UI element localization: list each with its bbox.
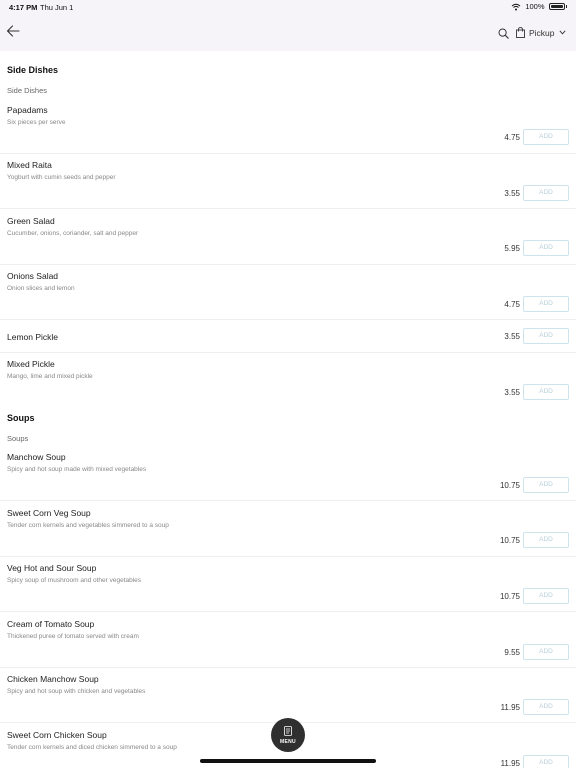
item-name: Mixed Raita <box>7 160 52 170</box>
item-price: 5.95 <box>504 244 520 253</box>
add-button[interactable]: ADD <box>523 296 569 312</box>
divider <box>0 611 576 612</box>
document-icon <box>284 726 292 736</box>
item-description: Yogburt with cumin seeds and pepper <box>7 174 116 181</box>
divider <box>0 319 576 320</box>
item-price: 3.55 <box>504 332 520 341</box>
menu-button[interactable]: MENU <box>271 718 305 752</box>
item-name: Lemon Pickle <box>7 332 59 342</box>
item-description: Spicy and hot soup with chicken and vege… <box>7 688 146 695</box>
divider <box>0 667 576 668</box>
item-price: 4.75 <box>504 300 520 309</box>
status-time: 4:17 PM <box>9 3 38 12</box>
status-bar: 4:17 PM Thu Jun 1 100% <box>0 0 576 14</box>
add-button[interactable]: ADD <box>523 384 569 400</box>
battery-icon <box>548 3 565 10</box>
item-name: Onions Salad <box>7 271 59 281</box>
item-name: Sweet Corn Veg Soup <box>7 508 91 518</box>
item-description: Spicy soup of mushroom and other vegetab… <box>7 577 142 584</box>
item-name: Veg Hot and Sour Soup <box>7 563 97 573</box>
add-button[interactable]: ADD <box>523 185 569 201</box>
item-description: Mango, lime and mixed pickle <box>7 373 93 380</box>
wifi-icon <box>511 3 521 10</box>
item-price: 10.75 <box>499 481 520 490</box>
add-button[interactable]: ADD <box>523 755 569 768</box>
divider <box>0 153 576 154</box>
item-name: Mixed Pickle <box>7 359 55 369</box>
add-button[interactable]: ADD <box>523 532 569 548</box>
item-name: Chicken Manchow Soup <box>7 674 99 684</box>
section-subtitle-side-dishes: Side Dishes <box>7 86 48 95</box>
status-right: 100% <box>511 2 567 11</box>
item-price: 3.55 <box>504 388 520 397</box>
divider <box>0 208 576 209</box>
add-button[interactable]: ADD <box>523 477 569 493</box>
arrow-left-icon <box>6 25 20 37</box>
item-price: 9.55 <box>504 648 520 657</box>
section-subtitle-soups: Soups <box>7 434 29 443</box>
item-description: Thickened puree of tomato served with cr… <box>7 633 139 640</box>
pickup-dropdown[interactable]: Pickup <box>516 24 566 41</box>
item-price: 10.75 <box>499 536 520 545</box>
item-description: Cucumber, onions, coriander, salt and pe… <box>7 230 139 237</box>
add-button[interactable]: ADD <box>523 129 569 145</box>
add-button[interactable]: ADD <box>523 588 569 604</box>
shopping-bag-icon <box>516 27 525 38</box>
item-price: 10.75 <box>499 592 520 601</box>
chevron-down-icon <box>558 30 566 35</box>
item-price: 4.75 <box>504 133 520 142</box>
item-price: 11.95 <box>500 759 520 768</box>
add-button[interactable]: ADD <box>523 644 569 660</box>
divider <box>0 264 576 265</box>
item-description: Spicy and hot soup made with mixed veget… <box>7 466 147 473</box>
item-price: 11.95 <box>500 703 520 712</box>
item-description: Six pieces per serve <box>7 119 66 126</box>
item-name: Sweet Corn Chicken Soup <box>7 730 107 740</box>
divider <box>0 352 576 353</box>
item-price: 3.55 <box>504 189 520 198</box>
item-description: Onion slices and lemon <box>7 285 75 292</box>
item-description: Tender corn kernels and vegetables simme… <box>7 522 169 529</box>
add-button[interactable]: ADD <box>523 240 569 256</box>
divider <box>0 500 576 501</box>
item-name: Manchow Soup <box>7 452 66 462</box>
search-button[interactable] <box>498 26 511 39</box>
add-button[interactable]: ADD <box>523 328 569 344</box>
search-icon <box>498 28 509 39</box>
back-button[interactable] <box>6 24 22 40</box>
battery-tip <box>565 5 567 8</box>
divider <box>0 556 576 557</box>
item-name: Cream of Tomato Soup <box>7 619 95 629</box>
item-name: Green Salad <box>7 216 55 226</box>
item-description: Tender corn kernels and diced chicken si… <box>7 744 177 751</box>
pickup-label: Pickup <box>529 27 555 38</box>
add-button[interactable]: ADD <box>523 699 569 715</box>
battery-percent: 100% <box>525 2 545 11</box>
section-title-soups: Soups <box>7 413 35 423</box>
home-indicator[interactable] <box>200 759 376 763</box>
section-title-side-dishes: Side Dishes <box>7 65 59 75</box>
app-header: Pickup <box>0 14 576 51</box>
status-date: Thu Jun 1 <box>40 3 74 12</box>
menu-button-label: MENU <box>280 739 296 745</box>
item-name: Papadams <box>7 105 48 115</box>
